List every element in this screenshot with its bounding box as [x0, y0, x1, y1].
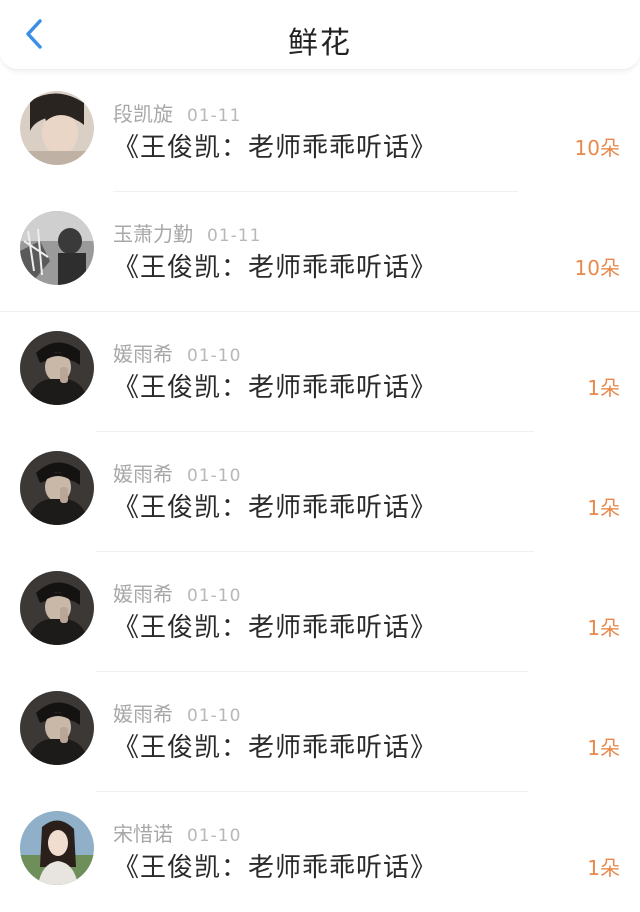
top-bar: 鲜花: [0, 0, 640, 70]
flower-count: 1朵: [587, 496, 620, 520]
list-item[interactable]: 媛雨希 01-10 《王俊凯：老师乖乖听话》 1朵: [0, 552, 640, 672]
date: 01-10: [187, 826, 242, 846]
list-item[interactable]: 媛雨希 01-10 《王俊凯：老师乖乖听话》 1朵: [0, 312, 640, 432]
work-title[interactable]: 《王俊凯：老师乖乖听话》: [113, 607, 437, 644]
work-title[interactable]: 《王俊凯：老师乖乖听话》: [113, 487, 437, 524]
portrait-light-avatar: [20, 91, 94, 165]
flower-count: 1朵: [587, 736, 620, 760]
flower-count: 10朵: [574, 256, 620, 280]
list-item[interactable]: 宋惜诺 01-10 《王俊凯：老师乖乖听话》 1朵: [0, 792, 640, 912]
portrait-dark-avatar: [20, 691, 94, 765]
work-title[interactable]: 《王俊凯：老师乖乖听话》: [113, 127, 437, 164]
avatar[interactable]: [20, 811, 94, 885]
flower-list: 段凯旋 01-11 《王俊凯：老师乖乖听话》 10朵 玉萧力勤 01-11 《王俊凯…: [0, 72, 640, 912]
flower-count: 1朵: [587, 856, 620, 880]
date: 01-10: [187, 466, 242, 486]
username[interactable]: 媛雨希: [113, 462, 173, 486]
username[interactable]: 段凯旋: [113, 102, 173, 126]
date: 01-11: [207, 226, 262, 246]
avatar[interactable]: [20, 211, 94, 285]
item-meta: 媛雨希 01-10: [113, 458, 241, 487]
portrait-grayscale-avatar: [20, 211, 94, 285]
portrait-outdoor-avatar: [20, 811, 94, 885]
portrait-dark-avatar: [20, 571, 94, 645]
item-meta: 宋惜诺 01-10: [113, 818, 241, 847]
item-meta: 段凯旋 01-11: [113, 98, 241, 127]
list-item[interactable]: 段凯旋 01-11 《王俊凯：老师乖乖听话》 10朵: [0, 72, 640, 192]
flower-count: 1朵: [587, 616, 620, 640]
item-meta: 媛雨希 01-10: [113, 338, 241, 367]
avatar[interactable]: [20, 331, 94, 405]
portrait-dark-avatar: [20, 331, 94, 405]
list-item[interactable]: 玉萧力勤 01-11 《王俊凯：老师乖乖听话》 10朵: [0, 192, 640, 312]
flower-count: 1朵: [587, 376, 620, 400]
username[interactable]: 宋惜诺: [113, 822, 173, 846]
date: 01-10: [187, 706, 242, 726]
item-meta: 媛雨希 01-10: [113, 578, 241, 607]
work-title[interactable]: 《王俊凯：老师乖乖听话》: [113, 847, 437, 884]
avatar[interactable]: [20, 571, 94, 645]
date: 01-11: [187, 106, 242, 126]
date: 01-10: [187, 346, 242, 366]
date: 01-10: [187, 586, 242, 606]
list-item[interactable]: 媛雨希 01-10 《王俊凯：老师乖乖听话》 1朵: [0, 432, 640, 552]
item-meta: 媛雨希 01-10: [113, 698, 241, 727]
list-item[interactable]: 媛雨希 01-10 《王俊凯：老师乖乖听话》 1朵: [0, 672, 640, 792]
avatar[interactable]: [20, 451, 94, 525]
username[interactable]: 媛雨希: [113, 582, 173, 606]
work-title[interactable]: 《王俊凯：老师乖乖听话》: [113, 247, 437, 284]
portrait-dark-avatar: [20, 451, 94, 525]
work-title[interactable]: 《王俊凯：老师乖乖听话》: [113, 727, 437, 764]
avatar[interactable]: [20, 691, 94, 765]
username[interactable]: 媛雨希: [113, 702, 173, 726]
flower-count: 10朵: [574, 136, 620, 160]
username[interactable]: 玉萧力勤: [113, 222, 193, 246]
item-meta: 玉萧力勤 01-11: [113, 218, 261, 247]
avatar[interactable]: [20, 91, 94, 165]
work-title[interactable]: 《王俊凯：老师乖乖听话》: [113, 367, 437, 404]
username[interactable]: 媛雨希: [113, 342, 173, 366]
page-title: 鲜花: [288, 26, 352, 61]
